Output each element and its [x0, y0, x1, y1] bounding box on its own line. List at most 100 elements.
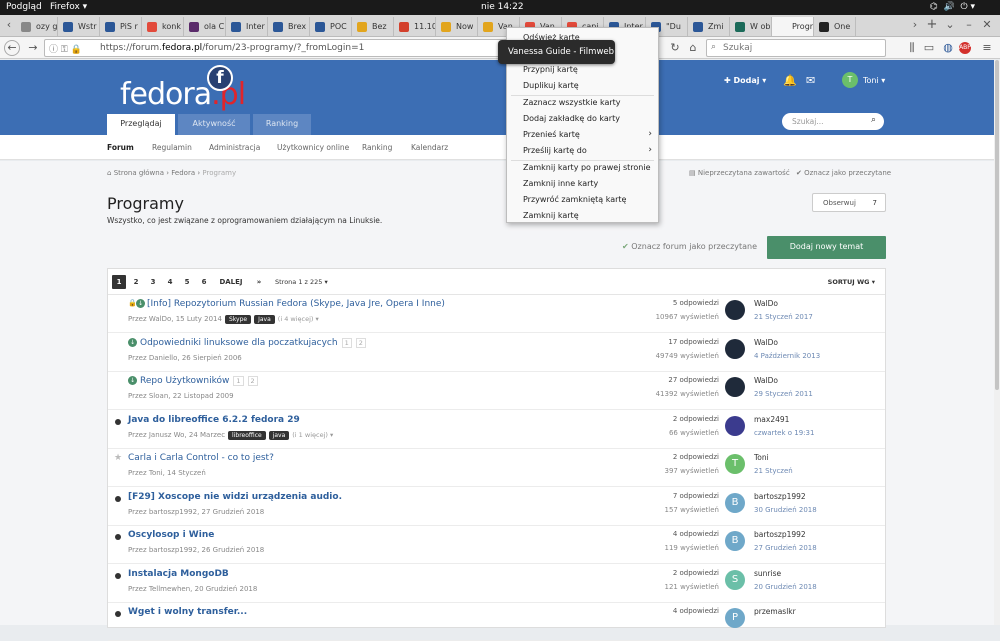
topic-title[interactable]: Odpowiedniki linuksowe dla poczatkujacyc… — [140, 337, 366, 348]
last-poster-avatar[interactable]: T — [725, 454, 745, 474]
home-icon[interactable]: ⌂ — [686, 41, 700, 55]
tab-przegladaj[interactable]: Przeglądaj — [107, 114, 175, 135]
new-topic-button[interactable]: Dodaj nowy temat — [767, 236, 886, 259]
last-post-date[interactable]: 21 Styczeń 2017 — [754, 313, 813, 321]
reload-icon[interactable]: ↻ — [668, 41, 682, 55]
menu-pin-tab[interactable]: Przypnij kartę — [507, 62, 658, 78]
last-poster-avatar[interactable]: B — [725, 492, 745, 513]
page-4[interactable]: 4 — [163, 275, 177, 289]
topic-title[interactable]: [F29] Xoscope nie widzi urządzenia audio… — [128, 492, 342, 502]
messages-envelope-icon[interactable]: ✉ — [806, 74, 815, 87]
browser-tab[interactable]: Inter — [226, 17, 268, 36]
unread-content-link[interactable]: ▤ Nieprzeczytana zawartość — [689, 169, 790, 177]
topic-title[interactable]: [Info] Repozytorium Russian Fedora (Skyp… — [147, 299, 445, 309]
subnav-regulamin[interactable]: Regulamin — [152, 143, 192, 152]
user-menu[interactable]: Toni ▾ — [863, 76, 885, 85]
last-page-button[interactable]: » — [252, 275, 266, 289]
mark-forum-read-link[interactable]: ✔ Oznacz forum jako przeczytane — [622, 242, 757, 251]
menu-undo-close-tab[interactable]: Przywróć zamkniętą kartę — [507, 192, 658, 208]
page-2[interactable]: 2 — [129, 275, 143, 289]
tab-aktywnosc[interactable]: Aktywność — [178, 114, 250, 135]
minimize-icon[interactable]: – — [962, 18, 976, 32]
last-poster-name[interactable]: Toni — [754, 453, 769, 462]
menu-close-tabs-right[interactable]: Zamknij karty po prawej stronie — [507, 160, 658, 176]
tab-scroll-left-icon[interactable]: ‹ — [2, 18, 16, 32]
last-post-date[interactable]: 4 Październik 2013 — [754, 352, 820, 360]
site-search-input[interactable]: Szukaj... ⌕ — [782, 113, 884, 130]
site-identity-icons[interactable]: ⓘ ⚿ 🔒 — [49, 42, 82, 55]
last-poster-name[interactable]: WalDo — [754, 376, 778, 385]
extension-icon[interactable]: ◍ — [941, 41, 955, 55]
browser-tab[interactable]: Now — [436, 17, 478, 36]
adblock-icon[interactable]: ABP — [959, 42, 971, 54]
subnav-ranking[interactable]: Ranking — [362, 143, 392, 152]
next-page-button[interactable]: DALEJ — [218, 275, 244, 289]
browser-tab[interactable]: POC — [310, 17, 352, 36]
sidebar-icon[interactable]: ▭ — [922, 41, 936, 55]
topic-page-link[interactable]: 2 — [355, 337, 366, 348]
menu-close-other-tabs[interactable]: Zamknij inne karty — [507, 176, 658, 192]
browser-search-input[interactable]: ⌕ Szukaj — [706, 39, 886, 57]
breadcrumb-fedora[interactable]: Fedora — [171, 169, 195, 177]
topic-tag[interactable]: java — [268, 430, 290, 440]
browser-tab[interactable]: Brex — [268, 17, 310, 36]
library-icon[interactable]: ⫼ — [905, 41, 919, 55]
last-poster-name[interactable]: WalDo — [754, 299, 778, 308]
system-tray-icons[interactable]: ⌬ 🔊 ⏻ ▾ — [930, 2, 975, 12]
menu-send-tab[interactable]: Prześlij kartę do › — [507, 143, 658, 159]
menu-select-all-tabs[interactable]: Zaznacz wszystkie karty — [507, 95, 658, 111]
topic-page-link[interactable]: 2 — [247, 376, 258, 386]
browser-tab[interactable]: 11.10 — [394, 17, 436, 36]
page-6[interactable]: 6 — [197, 275, 211, 289]
topic-title[interactable]: Oscylosop i Wine — [128, 530, 214, 540]
last-poster-avatar[interactable] — [725, 338, 745, 359]
subnav-kalendarz[interactable]: Kalendarz — [411, 143, 448, 152]
last-poster-avatar[interactable] — [725, 377, 745, 397]
last-poster-name[interactable]: bartoszp1992 — [754, 530, 806, 539]
site-search-icon[interactable]: ⌕ — [871, 115, 876, 125]
last-post-date[interactable]: 29 Styczeń 2011 — [754, 390, 813, 398]
topic-page-link[interactable]: 1 — [233, 376, 244, 386]
page-scrollbar[interactable] — [994, 60, 1000, 625]
last-poster-name[interactable]: przemaslkr — [754, 607, 796, 616]
browser-tab[interactable]: konk — [142, 17, 184, 36]
browser-tab[interactable]: ola C — [184, 17, 226, 36]
tab-ranking[interactable]: Ranking — [253, 114, 311, 135]
menu-move-tab[interactable]: Przenieś kartę › — [507, 127, 658, 143]
topic-title[interactable]: Java do libreoffice 6.2.2 fedora 29 — [128, 415, 300, 425]
last-post-date[interactable]: 21 Styczeń — [754, 467, 793, 475]
subnav-users-online[interactable]: Użytkownicy online — [277, 143, 349, 152]
menu-close-tab[interactable]: Zamknij kartę — [507, 208, 658, 224]
add-button[interactable]: ✚ Dodaj ▾ — [724, 76, 766, 85]
scrollbar-thumb[interactable] — [995, 60, 999, 390]
browser-tab[interactable]: Zmi — [688, 17, 730, 36]
notifications-bell-icon[interactable]: 🔔 — [783, 74, 797, 87]
last-poster-avatar[interactable] — [725, 415, 745, 436]
user-avatar[interactable]: T — [842, 72, 858, 88]
sort-menu[interactable]: SORTUJ WG ▾ — [828, 278, 875, 286]
close-window-icon[interactable]: ✕ — [980, 18, 994, 32]
mark-read-link[interactable]: ✔ Oznacz jako przeczytane — [796, 169, 891, 177]
more-tags-link[interactable]: (i 4 więcej) ▾ — [278, 315, 319, 323]
follow-button[interactable]: Obserwuj 7 — [812, 193, 886, 212]
page-1[interactable]: 1 — [112, 275, 126, 289]
topic-tag[interactable]: Java — [254, 315, 275, 324]
browser-tab[interactable]: ozy g — [16, 17, 58, 36]
browser-menu[interactable]: Firefox ▾ — [50, 2, 87, 12]
last-poster-avatar[interactable]: P — [725, 608, 745, 628]
browser-tab[interactable]: Progr — [772, 17, 814, 36]
browser-tab[interactable]: Bez — [352, 17, 394, 36]
menu-duplicate-tab[interactable]: Duplikuj kartę — [507, 78, 658, 94]
subnav-administracja[interactable]: Administracja — [209, 143, 260, 152]
browser-tab[interactable]: Wstr — [58, 17, 100, 36]
new-tab-icon[interactable]: + — [925, 18, 939, 32]
last-post-date[interactable]: czwartek o 19:31 — [754, 429, 814, 437]
last-poster-avatar[interactable]: B — [725, 531, 745, 551]
subnav-forum[interactable]: Forum — [107, 143, 134, 152]
topic-title[interactable]: Instalacja MongoDB — [128, 569, 229, 579]
last-poster-name[interactable]: bartoszp1992 — [754, 492, 806, 501]
tab-list-icon[interactable]: ⌄ — [943, 18, 957, 32]
browser-tab[interactable]: PiS r — [100, 17, 142, 36]
page-5[interactable]: 5 — [180, 275, 194, 289]
more-tags-link[interactable]: (i 1 więcej) ▾ — [292, 431, 333, 439]
